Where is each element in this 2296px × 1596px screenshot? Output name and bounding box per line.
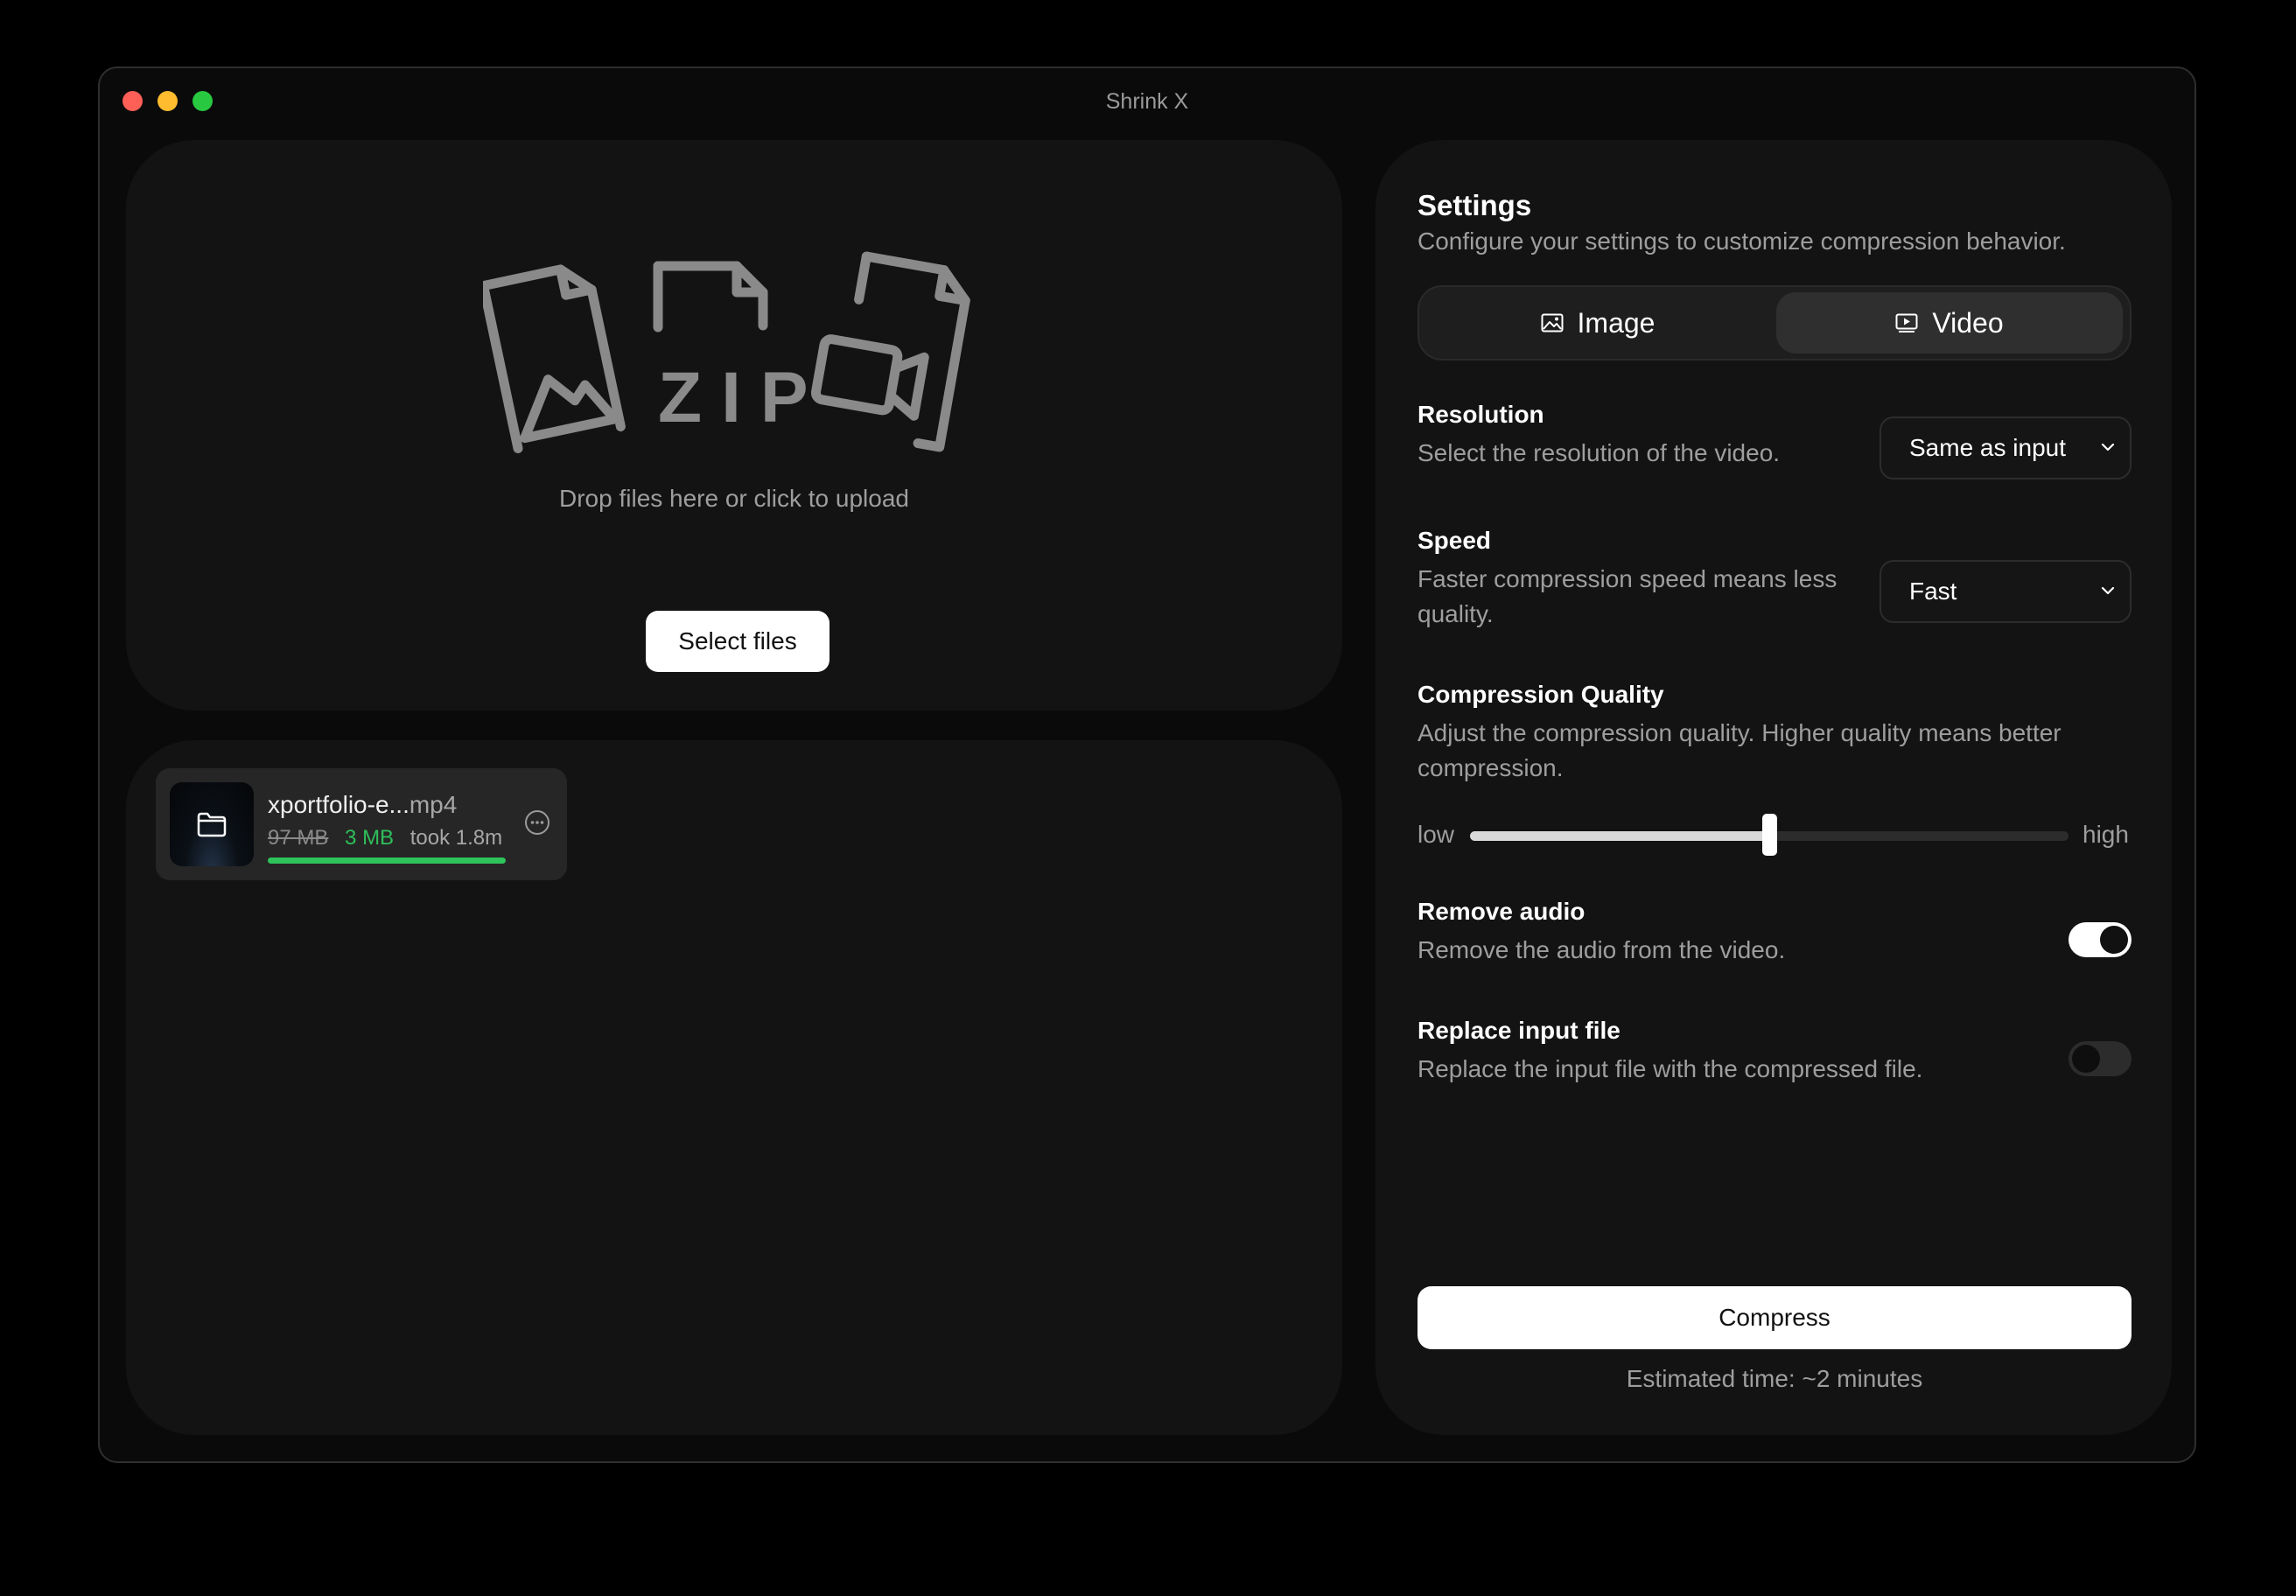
video-icon — [1895, 313, 1918, 332]
remove-audio-toggle[interactable] — [2068, 922, 2132, 957]
settings-panel: Settings Configure your settings to cust… — [1376, 140, 2172, 1435]
more-options-icon[interactable] — [523, 808, 551, 836]
tab-image[interactable]: Image — [1424, 292, 1771, 354]
slider-thumb[interactable] — [1762, 814, 1777, 856]
toggle-knob — [2072, 1045, 2100, 1073]
quality-slider[interactable] — [1470, 814, 2068, 856]
dropzone[interactable]: ZIP Drop files here or click to upload S… — [126, 140, 1342, 710]
compress-button[interactable]: Compress — [1418, 1286, 2132, 1349]
video-thumbnail — [170, 782, 254, 866]
toggle-knob — [2100, 926, 2128, 954]
tab-video-label: Video — [1932, 306, 2004, 339]
file-name-base: xportfolio-e... — [268, 791, 410, 818]
speed-select[interactable]: Fast — [1880, 560, 2132, 623]
progress-bar — [268, 858, 506, 864]
chevron-down-icon — [2101, 443, 2115, 452]
quality-description: Adjust the compression quality. Higher q… — [1418, 719, 2062, 781]
folder-icon — [197, 812, 227, 837]
slider-low-label: low — [1418, 821, 1455, 848]
compressed-size: 3 MB — [345, 826, 395, 850]
file-extension: mp4 — [409, 791, 458, 818]
compression-duration: took 1.8m — [410, 826, 503, 850]
window-title: Shrink X — [1105, 89, 1189, 114]
original-size: 97 MB — [268, 826, 329, 850]
image-icon — [1541, 313, 1564, 332]
resolution-description: Select the resolution of the video. — [1418, 439, 1781, 466]
file-stats: 97 MB 3 MB took 1.8m — [268, 826, 502, 850]
slider-high-label: high — [2082, 821, 2129, 848]
list-item[interactable]: xportfolio-e...mp4 97 MB 3 MB took 1.8m — [156, 768, 567, 880]
file-types-illustration: ZIP — [483, 251, 970, 454]
settings-subtitle: Configure your settings to customize com… — [1418, 228, 2066, 255]
remove-audio-description: Remove the audio from the video. — [1418, 936, 1786, 963]
settings-title: Settings — [1418, 189, 1532, 221]
slider-fill — [1470, 831, 1769, 841]
estimated-time: Estimated time: ~2 minutes — [1626, 1365, 1923, 1392]
tab-image-label: Image — [1577, 306, 1656, 339]
resolution-value: Same as input — [1909, 434, 2066, 461]
replace-input-label: Replace input file — [1418, 1017, 1620, 1044]
select-files-button[interactable]: Select files — [646, 611, 830, 672]
speed-label: Speed — [1418, 527, 1492, 554]
quality-label: Compression Quality — [1418, 681, 1664, 708]
chevron-down-icon — [2101, 586, 2115, 595]
resolution-label: Resolution — [1418, 401, 1544, 428]
file-name: xportfolio-e...mp4 — [268, 791, 457, 819]
remove-audio-label: Remove audio — [1418, 898, 1586, 925]
zip-label: ZIP — [658, 358, 828, 438]
media-type-toggle: Image Video — [1418, 285, 2132, 360]
speed-value: Fast — [1909, 578, 1957, 605]
tab-video[interactable]: Video — [1776, 292, 2123, 354]
replace-input-toggle[interactable] — [2068, 1041, 2132, 1076]
speed-description: Faster compression speed means less qual… — [1418, 565, 1838, 627]
file-list: xportfolio-e...mp4 97 MB 3 MB took 1.8m — [126, 740, 1342, 1435]
replace-input-description: Replace the input file with the compress… — [1418, 1055, 1923, 1082]
app-window: Shrink X ZIP Drop files here or click to… — [98, 66, 2196, 1463]
resolution-select[interactable]: Same as input — [1880, 416, 2132, 480]
progress-fill — [268, 858, 506, 864]
dropzone-text: Drop files here or click to upload — [559, 485, 909, 512]
